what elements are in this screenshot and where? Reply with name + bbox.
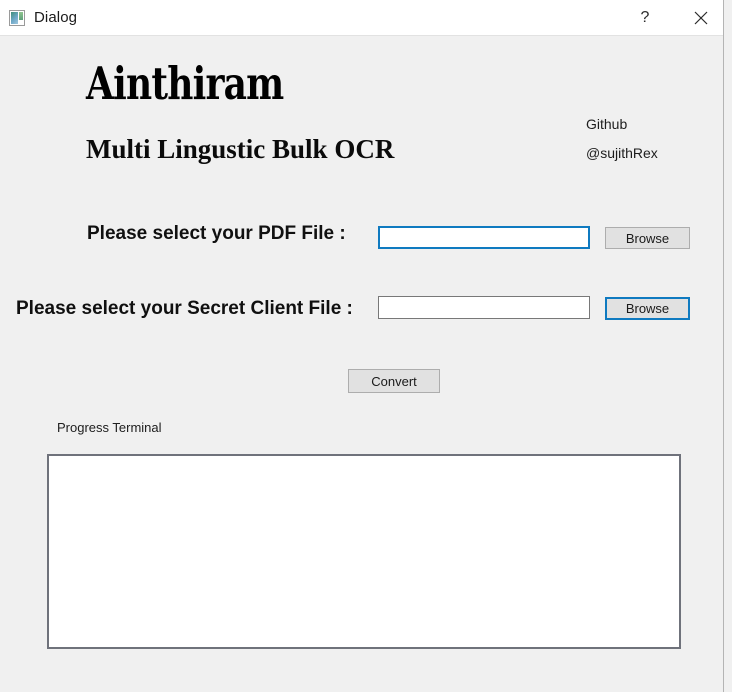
pdf-file-input[interactable]: [378, 226, 590, 249]
pdf-file-label: Please select your PDF File :: [87, 223, 346, 244]
secret-client-file-label: Please select your Secret Client File :: [16, 298, 353, 319]
brand-title: Ainthiram: [86, 57, 284, 110]
help-button[interactable]: ?: [622, 0, 668, 36]
progress-terminal-output[interactable]: [47, 454, 681, 649]
convert-button[interactable]: Convert: [348, 369, 440, 393]
progress-terminal-label: Progress Terminal: [57, 420, 162, 435]
github-service-label: Github: [586, 116, 628, 132]
close-icon: [694, 11, 708, 24]
secret-client-file-input[interactable]: [378, 296, 590, 319]
pdf-browse-button[interactable]: Browse: [605, 227, 690, 249]
app-subtitle: Multi Lingustic Bulk OCR: [86, 134, 395, 164]
secret-client-browse-button[interactable]: Browse: [605, 297, 690, 320]
window-title: Dialog: [34, 9, 78, 26]
window-right-edge: [723, 0, 724, 692]
close-button[interactable]: [678, 0, 724, 36]
app-picture-icon: [9, 9, 25, 26]
title-bar: Dialog ?: [0, 0, 724, 36]
github-credit: Github @sujithRex: [586, 110, 658, 168]
dialog-window: Dialog ? Ainthiram Multi Lingustic Bulk …: [0, 0, 732, 692]
github-handle-label[interactable]: @sujithRex: [586, 139, 658, 168]
